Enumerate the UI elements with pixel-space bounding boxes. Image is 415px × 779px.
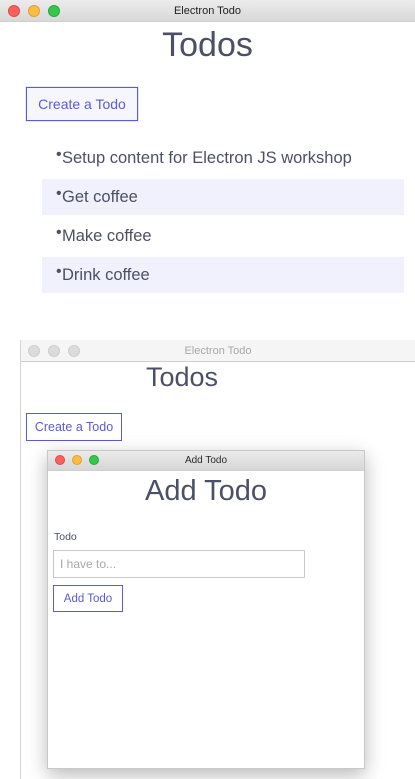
todo-item-text: Make coffee — [62, 227, 152, 245]
bullet-icon: • — [56, 263, 62, 280]
add-todo-button[interactable]: Add Todo — [53, 585, 123, 612]
bullet-icon: • — [56, 146, 62, 163]
todo-item-text: Setup content for Electron JS workshop — [62, 149, 352, 167]
todo-item[interactable]: • Setup content for Electron JS workshop — [42, 140, 404, 176]
close-window-icon[interactable] — [28, 345, 40, 357]
window-controls — [8, 5, 60, 17]
todo-item-text: Get coffee — [62, 188, 138, 206]
main-window: Electron Todo Todos Create a Todo • Setu… — [0, 0, 415, 330]
window-controls — [28, 345, 80, 357]
close-window-icon[interactable] — [8, 5, 20, 17]
add-todo-window: Add Todo Add Todo Todo Add Todo — [47, 450, 365, 769]
todo-item-text: Drink coffee — [62, 266, 150, 284]
minimize-window-icon[interactable] — [72, 455, 82, 465]
page-title: Todos — [162, 26, 253, 64]
todo-item[interactable]: • Get coffee — [42, 179, 404, 215]
window-titlebar[interactable]: Electron Todo — [21, 340, 415, 362]
maximize-window-icon[interactable] — [68, 345, 80, 357]
close-window-icon[interactable] — [55, 455, 65, 465]
window-title: Add Todo — [184, 455, 228, 466]
window-titlebar[interactable]: Add Todo — [48, 451, 364, 471]
minimize-window-icon[interactable] — [48, 345, 60, 357]
create-todo-button[interactable]: Create a Todo — [26, 87, 138, 121]
window-controls — [55, 455, 99, 465]
bullet-icon: • — [56, 224, 62, 241]
todo-item[interactable]: • Make coffee — [42, 218, 404, 254]
window-titlebar[interactable]: Electron Todo — [0, 0, 415, 22]
todo-item[interactable]: • Drink coffee — [42, 257, 404, 293]
minimize-window-icon[interactable] — [28, 5, 40, 17]
bullet-icon: • — [56, 185, 62, 202]
create-todo-button[interactable]: Create a Todo — [26, 413, 122, 441]
window-title: Electron Todo — [173, 5, 242, 17]
modal-title: Add Todo — [144, 475, 268, 507]
page-title: Todos — [146, 362, 219, 392]
window-title: Electron Todo — [184, 345, 252, 357]
maximize-window-icon[interactable] — [48, 5, 60, 17]
todo-field-label: Todo — [54, 531, 77, 543]
todo-list: • Setup content for Electron JS workshop… — [42, 140, 404, 296]
maximize-window-icon[interactable] — [89, 455, 99, 465]
todo-input[interactable] — [53, 550, 305, 578]
